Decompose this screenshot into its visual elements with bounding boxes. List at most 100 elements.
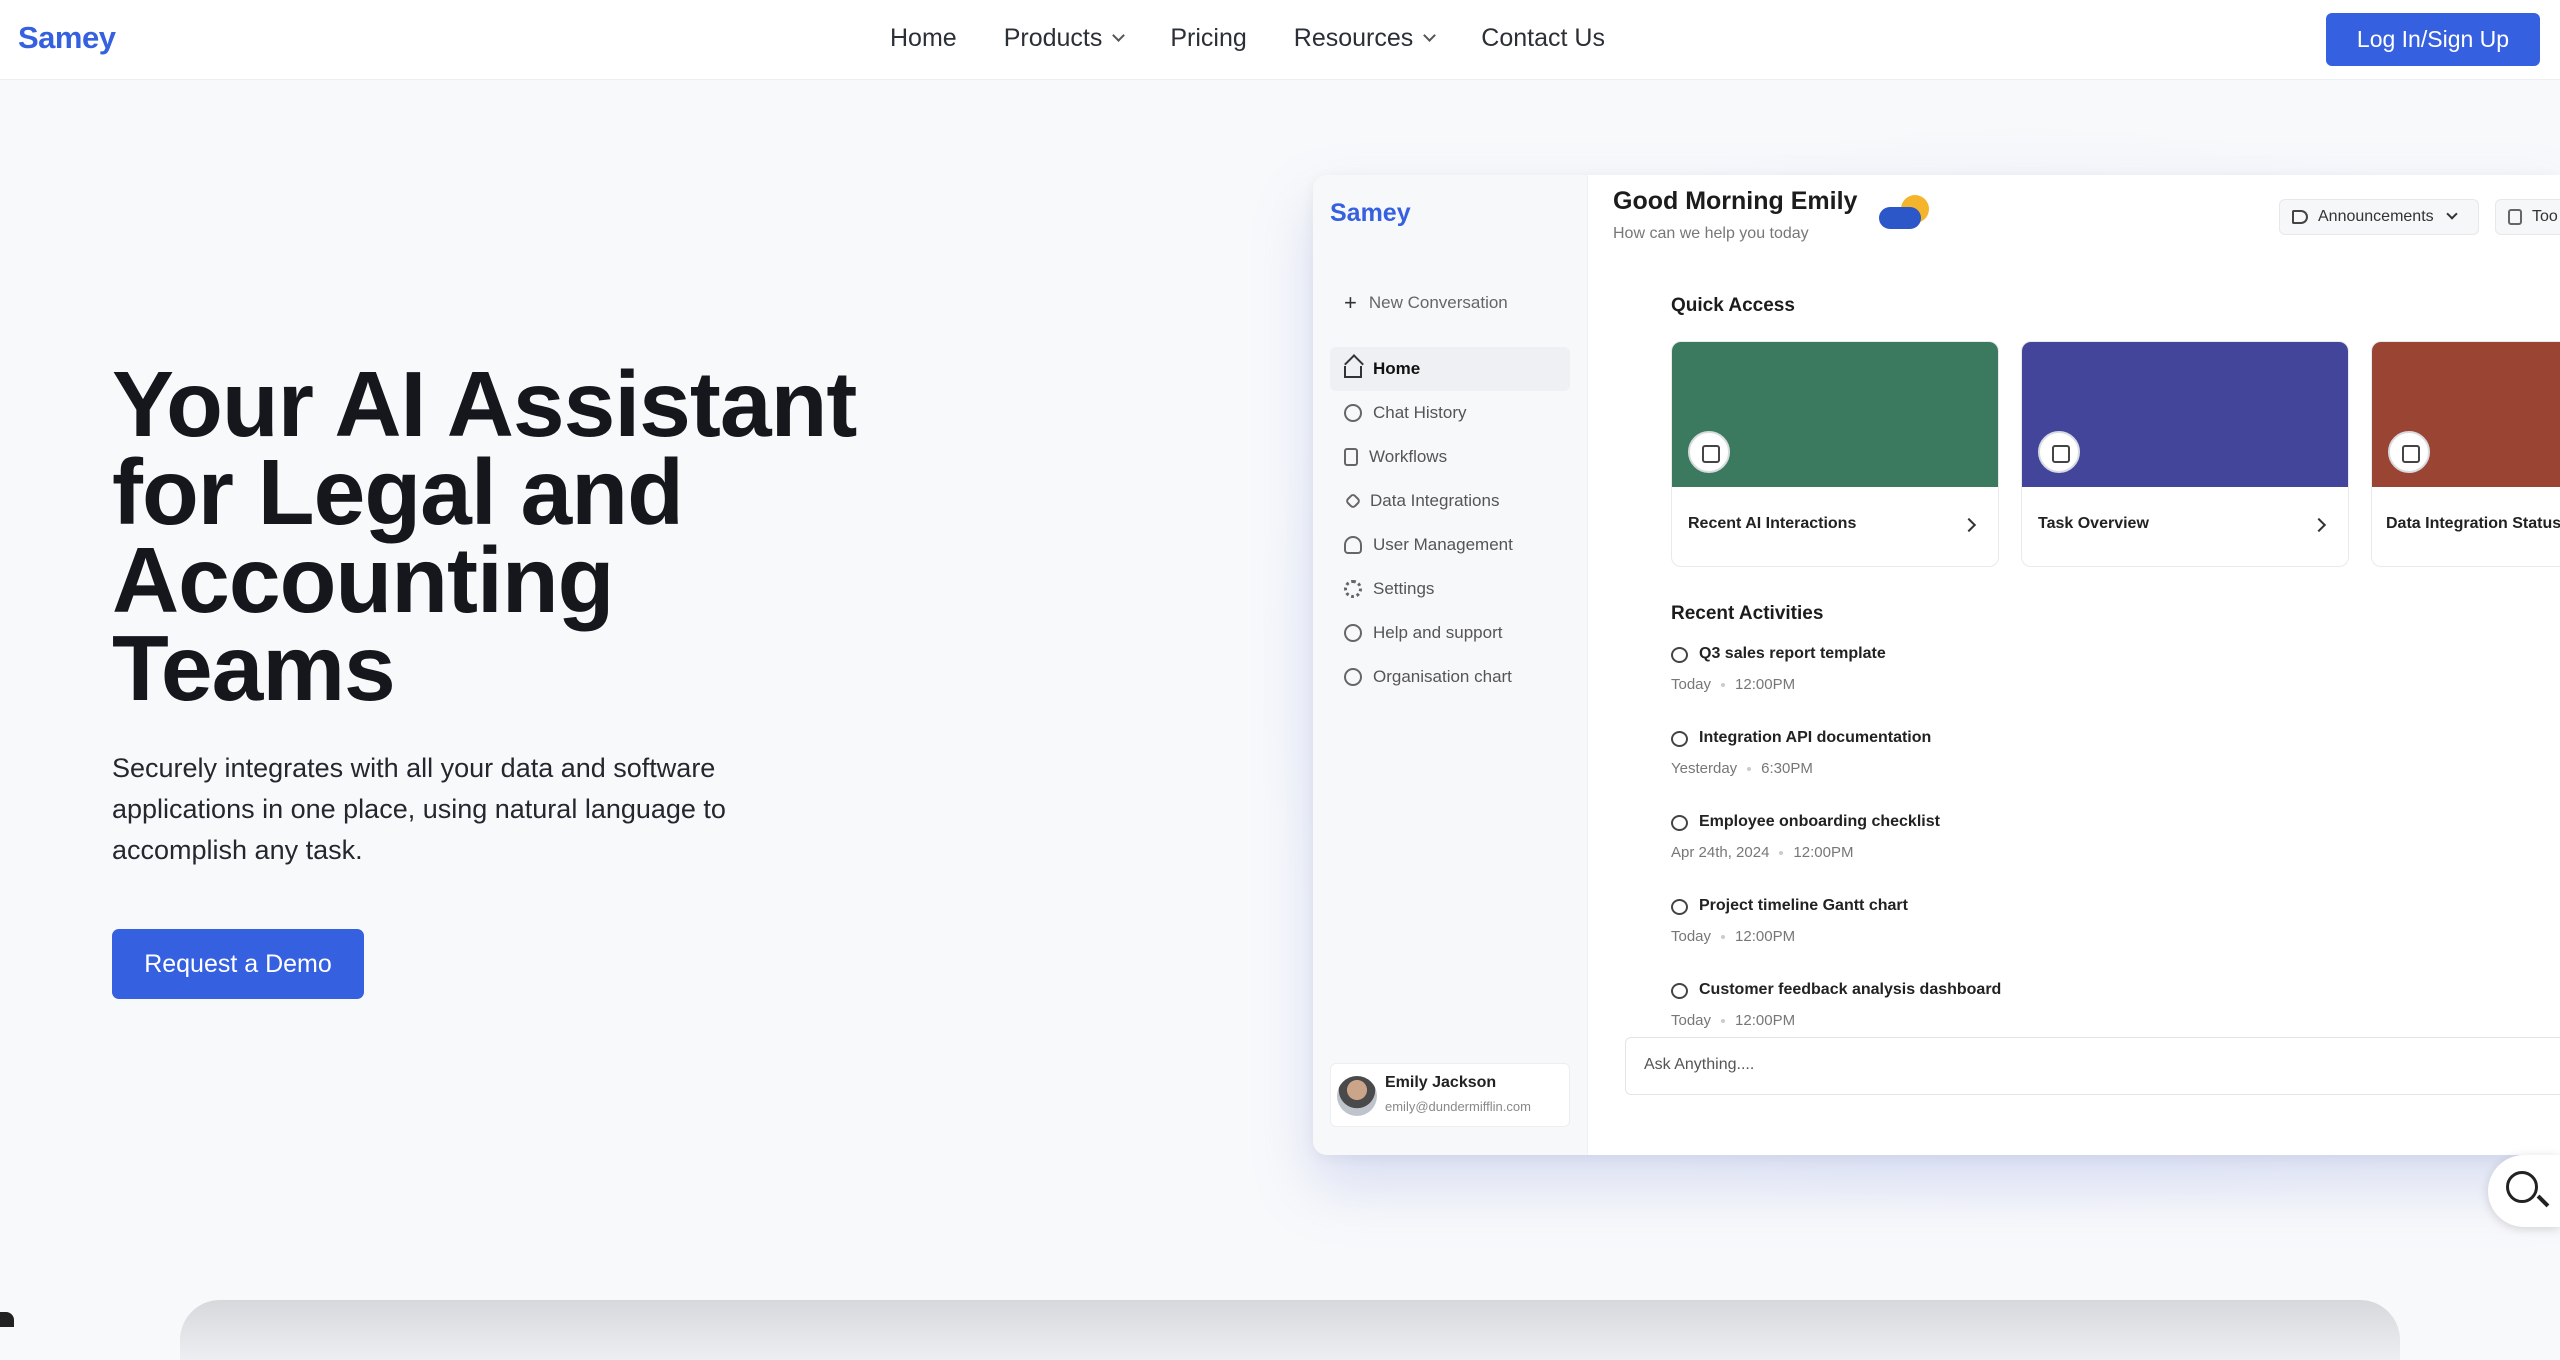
card-data-integration-status[interactable]: Data Integration Status bbox=[2371, 341, 2560, 567]
top-nav: Samey Home Products Pricing Resources Co… bbox=[0, 0, 2560, 80]
card-recent-ai-interactions[interactable]: Recent AI Interactions bbox=[1671, 341, 1999, 567]
activity-time: 12:00PM bbox=[1735, 1012, 1796, 1029]
card-label: Task Overview bbox=[2038, 515, 2149, 532]
chevron-down-icon bbox=[1112, 29, 1126, 42]
next-section-panel bbox=[180, 1300, 2400, 1360]
hero-title: Your AI Assistant for Legal and Accounti… bbox=[112, 352, 857, 720]
chevron-right-icon bbox=[2311, 517, 2327, 533]
user-name: Emily Jackson bbox=[1385, 1074, 1497, 1091]
activity-time: 12:00PM bbox=[1735, 676, 1796, 693]
activity-title: Q3 sales report template bbox=[1699, 645, 1886, 662]
calendar-icon bbox=[2508, 209, 2522, 225]
activity-title: Integration API documentation bbox=[1699, 729, 1932, 746]
app-sidebar-list: Home Chat History Workflows Data Integra… bbox=[1330, 347, 1570, 699]
sidebar-item-user-management[interactable]: User Management bbox=[1330, 523, 1570, 567]
sidebar-item-settings[interactable]: Settings bbox=[1330, 567, 1570, 611]
announcements-label: Announcements bbox=[2318, 208, 2434, 225]
activity-time: 12:00PM bbox=[1735, 928, 1796, 945]
nav-item-label: Home bbox=[890, 24, 957, 52]
corner-shape bbox=[0, 1312, 14, 1327]
login-signup-button[interactable]: Log In/Sign Up bbox=[2326, 13, 2540, 66]
magnifier-icon bbox=[2506, 1171, 2538, 1203]
sidebar-item-workflows[interactable]: Workflows bbox=[1330, 435, 1570, 479]
sidebar-item-data-integrations[interactable]: Data Integrations bbox=[1330, 479, 1570, 523]
sidebar-item-chat-history[interactable]: Chat History bbox=[1330, 391, 1570, 435]
list-item[interactable]: Employee onboarding checklist Apr 24th, 2… bbox=[1671, 813, 2271, 897]
sidebar-item-label: Home bbox=[1373, 359, 1421, 378]
list-item[interactable]: Q3 sales report template Today 12:00PM bbox=[1671, 645, 2271, 729]
accessibility-zoom-button[interactable] bbox=[2488, 1155, 2560, 1227]
brand-logo[interactable]: Samey bbox=[18, 20, 116, 56]
sidebar-item-label: User Management bbox=[1373, 535, 1513, 554]
card-banner bbox=[2022, 342, 2348, 487]
nav-item-contact[interactable]: Contact Us bbox=[1481, 24, 1605, 53]
greeting-subtitle: How can we help you today bbox=[1613, 225, 1809, 242]
chat-bubble-icon bbox=[1671, 983, 1688, 999]
activity-date: Apr 24th, 2024 bbox=[1671, 844, 1770, 861]
gear-icon bbox=[1344, 580, 1362, 598]
chat-bubble-icon bbox=[1671, 899, 1688, 915]
sidebar-item-label: Chat History bbox=[1373, 403, 1467, 422]
activity-date: Today bbox=[1671, 928, 1712, 945]
tools-label: Too bbox=[2532, 208, 2558, 225]
activity-meta: Today 12:00PM bbox=[1671, 1012, 1795, 1029]
user-card[interactable]: Emily Jackson emily@dundermifflin.com bbox=[1330, 1063, 1570, 1127]
sidebar-item-label: Workflows bbox=[1369, 447, 1448, 466]
nav-item-label: Contact Us bbox=[1481, 24, 1605, 52]
document-icon bbox=[1344, 448, 1358, 466]
app-brand-logo: Samey bbox=[1330, 199, 1411, 227]
nav-item-home[interactable]: Home bbox=[890, 24, 957, 53]
announcements-dropdown[interactable]: Announcements bbox=[2279, 199, 2479, 235]
ask-anything-input[interactable]: Ask Anything.... bbox=[1625, 1037, 2560, 1095]
activity-meta: Yesterday 6:30PM bbox=[1671, 760, 1813, 777]
nav-item-label: Resources bbox=[1293, 24, 1414, 52]
card-task-overview[interactable]: Task Overview bbox=[2021, 341, 2349, 567]
chat-bubble-icon bbox=[1671, 731, 1688, 747]
list-item[interactable]: Integration API documentation Yesterday 6:… bbox=[1671, 729, 2271, 813]
nav-item-label: Products bbox=[1003, 24, 1103, 52]
weather-cloud-icon bbox=[1879, 195, 1929, 229]
chevron-right-icon bbox=[1961, 517, 1977, 533]
activity-meta: Today 12:00PM bbox=[1671, 676, 1795, 693]
card-label: Data Integration Status bbox=[2386, 515, 2560, 532]
sidebar-item-label: Organisation chart bbox=[1373, 667, 1512, 686]
nav-item-pricing[interactable]: Pricing bbox=[1170, 24, 1246, 53]
sidebar-item-help[interactable]: Help and support bbox=[1330, 611, 1570, 655]
new-conversation-label: New Conversation bbox=[1368, 293, 1508, 312]
activity-date: Today bbox=[1671, 1012, 1712, 1029]
avatar bbox=[1337, 1076, 1377, 1116]
activity-time: 12:00PM bbox=[1793, 844, 1854, 861]
activity-date: Yesterday bbox=[1671, 760, 1738, 777]
nav-item-resources[interactable]: Resources bbox=[1293, 24, 1437, 53]
user-icon bbox=[1344, 536, 1362, 554]
new-conversation-button[interactable]: + New Conversation bbox=[1330, 283, 1585, 323]
activity-meta: Apr 24th, 2024 12:00PM bbox=[1671, 844, 1853, 861]
recent-activities-title: Recent Activities bbox=[1671, 603, 1824, 624]
activity-time: 6:30PM bbox=[1761, 760, 1813, 777]
activity-title: Customer feedback analysis dashboard bbox=[1699, 981, 2002, 998]
list-item[interactable]: Project timeline Gantt chart Today 12:00PM bbox=[1671, 897, 2271, 981]
activity-title: Employee onboarding checklist bbox=[1699, 813, 1940, 830]
activity-title: Project timeline Gantt chart bbox=[1699, 897, 1908, 914]
request-demo-button[interactable]: Request a Demo bbox=[112, 929, 364, 999]
hero-subtitle: Securely integrates with all your data a… bbox=[112, 753, 726, 865]
chat-bubble-icon bbox=[1671, 815, 1688, 831]
chatbot-icon bbox=[1688, 431, 1730, 473]
nav-item-products[interactable]: Products bbox=[1003, 24, 1126, 53]
card-banner bbox=[2372, 342, 2560, 487]
greeting-title: Good Morning Emily bbox=[1613, 187, 1858, 215]
main-menu: Home Products Pricing Resources Contact … bbox=[890, 24, 1652, 53]
chart-icon bbox=[1344, 668, 1362, 686]
chat-icon bbox=[1344, 404, 1362, 422]
sidebar-item-home[interactable]: Home bbox=[1330, 347, 1570, 391]
sidebar-item-label: Help and support bbox=[1373, 623, 1503, 642]
home-icon bbox=[1344, 366, 1362, 378]
clipboard-icon bbox=[2038, 431, 2080, 473]
user-email: emily@dundermifflin.com bbox=[1385, 1099, 1531, 1114]
sidebar-item-org-chart[interactable]: Organisation chart bbox=[1330, 655, 1570, 699]
app-sidebar: Samey + New Conversation Home Chat Histor… bbox=[1313, 175, 1588, 1155]
sidebar-item-label: Settings bbox=[1373, 579, 1435, 598]
link-icon bbox=[1344, 492, 1362, 510]
tools-dropdown[interactable]: Too bbox=[2495, 199, 2560, 235]
nav-item-label: Pricing bbox=[1170, 24, 1247, 52]
